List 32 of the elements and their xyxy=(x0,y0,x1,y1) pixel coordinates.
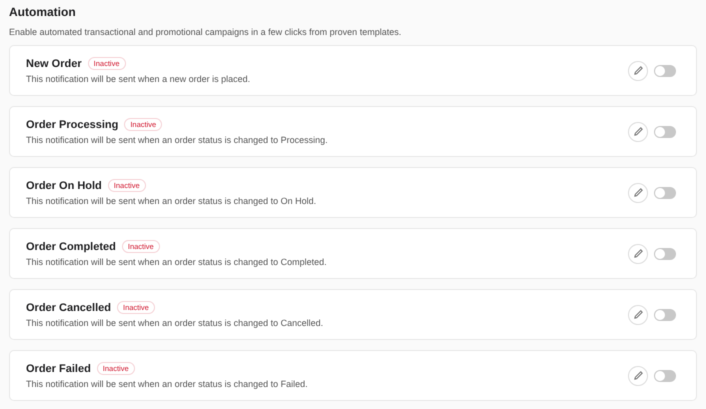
automation-description: This notification will be sent when an order status is changed to On Hold. xyxy=(26,196,318,206)
automation-title: Order Cancelled xyxy=(26,302,111,314)
page-title: Automation xyxy=(9,4,77,20)
automation-description: This notification will be sent when an order status is changed to Failed. xyxy=(26,379,309,389)
pencil-icon xyxy=(632,65,644,76)
pencil-icon xyxy=(632,126,644,137)
edit-button[interactable] xyxy=(628,60,648,80)
toggle-switch[interactable] xyxy=(654,186,676,198)
pencil-icon xyxy=(632,248,644,259)
automation-title: Order Completed xyxy=(26,240,116,252)
pencil-icon xyxy=(632,370,644,381)
edit-button[interactable] xyxy=(628,366,648,386)
automation-title: Order On Hold xyxy=(26,180,102,192)
page-description: Enable automated transactional and promotional campaigns in a few clicks from proven templates. xyxy=(9,26,402,38)
edit-button[interactable] xyxy=(628,182,648,202)
automation-title: New Order xyxy=(26,58,82,70)
toggle-switch[interactable] xyxy=(654,126,676,138)
edit-button[interactable] xyxy=(628,122,648,142)
automation-title: Order Failed xyxy=(26,362,91,374)
edit-button[interactable] xyxy=(628,244,648,264)
toggle-switch[interactable] xyxy=(654,248,676,260)
toggle-switch[interactable] xyxy=(654,308,676,320)
toggle-switch[interactable] xyxy=(654,370,676,382)
automation-description: This notification will be sent when an order status is changed to Processing. xyxy=(26,135,329,145)
toggle-switch[interactable] xyxy=(654,64,676,76)
automation-description: This notification will be sent when a new order is placed. xyxy=(26,74,252,84)
pencil-icon xyxy=(632,309,644,320)
automation-title: Order Processing xyxy=(26,118,118,130)
edit-button[interactable] xyxy=(628,304,648,324)
automation-description: This notification will be sent when an order status is changed to Completed. xyxy=(26,257,328,267)
pencil-icon xyxy=(632,187,644,198)
automation-description: This notification will be sent when an order status is changed to Cancelled. xyxy=(26,318,324,328)
